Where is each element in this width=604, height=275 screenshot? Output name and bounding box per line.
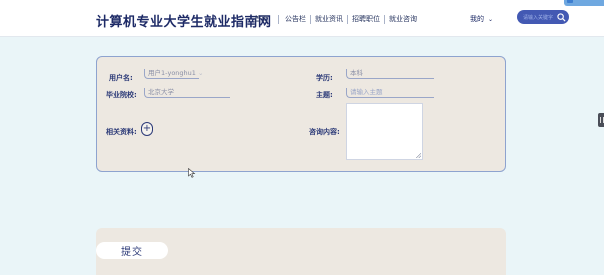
my-account-menu[interactable]: 我的 ⌄ [470, 14, 493, 24]
search-placeholder: 请输入关键字 [523, 14, 554, 21]
topic-label: 主题: [316, 91, 333, 99]
resize-handle-icon[interactable] [416, 153, 421, 158]
add-attachment-button[interactable]: + [141, 122, 153, 136]
form-actions-bar: 提交 [96, 228, 506, 275]
submit-button[interactable]: 提交 [96, 242, 168, 259]
username-select[interactable]: 用户1-yonghu1 ⌄ [144, 69, 203, 79]
username-value: 用户1-yonghu1 [148, 69, 196, 77]
search-input[interactable]: 请输入关键字 [517, 10, 569, 24]
consult-content-label: 咨询内容: [309, 128, 340, 136]
nav-item-career-consulting[interactable]: 就业咨询 [389, 14, 417, 24]
nav-divider [278, 14, 279, 24]
topic-placeholder: 请输入主题 [350, 88, 383, 96]
widget-icon [567, 0, 573, 3]
site-title[interactable]: 计算机专业大学生就业指南网 [96, 11, 272, 30]
nav-item-job-postings[interactable]: 招聘职位 [352, 14, 380, 24]
school-label: 毕业院校: [106, 91, 137, 99]
nav-divider [310, 14, 311, 24]
consult-form-card: 用户名: 用户1-yonghu1 ⌄ 学历: 本科 毕业院校: 北京大学 主题: … [96, 56, 506, 172]
education-value: 本科 [350, 69, 363, 77]
nav-item-employment-news[interactable]: 就业资讯 [315, 14, 343, 24]
chevron-down-icon: ⌄ [488, 15, 494, 23]
nav-divider [384, 14, 385, 24]
my-menu-label: 我的 [470, 15, 484, 23]
school-field[interactable]: 北京大学 [144, 88, 230, 98]
nav-item-announcements[interactable]: 公告栏 [285, 14, 306, 24]
topic-input[interactable]: 请输入主题 [346, 88, 434, 98]
side-scroll-handle[interactable] [598, 113, 604, 127]
attachment-label: 相关资料: [106, 128, 137, 136]
corner-widget[interactable] [564, 0, 604, 6]
top-header: 计算机专业大学生就业指南网 首页 公告栏 就业资讯 招聘职位 就业咨询 我的 ⌄… [0, 0, 604, 37]
nav-divider [347, 14, 348, 24]
education-field[interactable]: 本科 [346, 69, 434, 79]
search-icon[interactable] [555, 11, 567, 23]
main-nav: 首页 公告栏 就业资讯 招聘职位 就业咨询 [254, 14, 417, 24]
school-value: 北京大学 [148, 88, 174, 96]
education-label: 学历: [316, 74, 333, 82]
chevron-down-icon: ⌄ [197, 69, 204, 77]
nav-item-home[interactable]: 首页 [254, 14, 268, 24]
mouse-cursor-icon [188, 168, 196, 178]
consult-content-textarea[interactable] [346, 103, 423, 160]
username-label: 用户名: [109, 74, 133, 82]
plus-icon: + [142, 123, 152, 134]
